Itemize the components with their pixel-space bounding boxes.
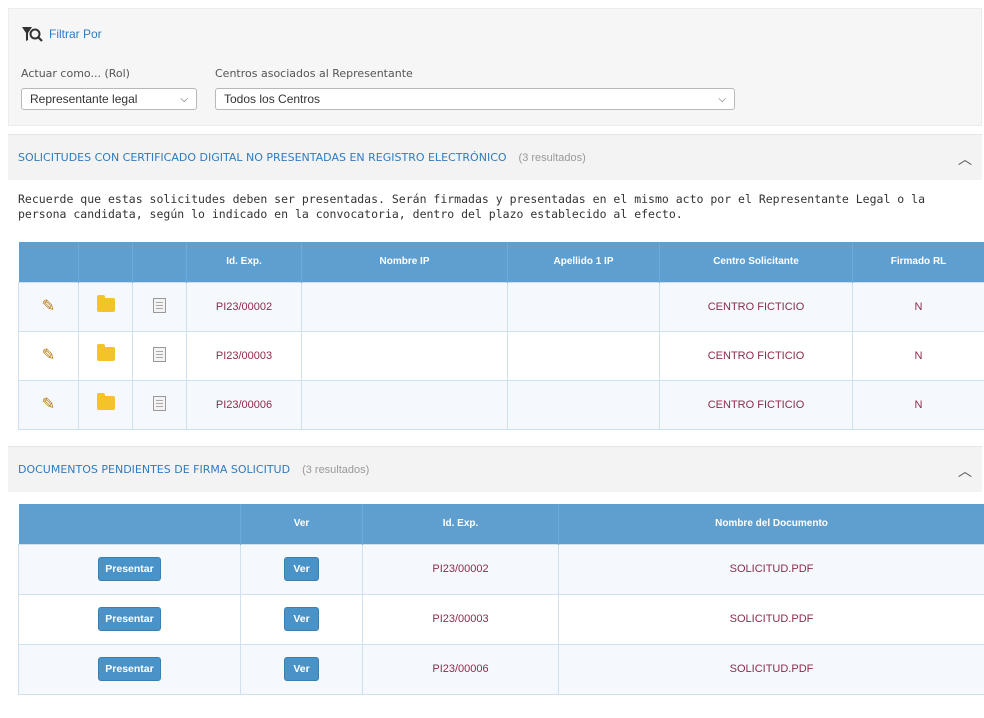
table-row: Presentar Ver PI23/00006 SOLICITUD.PDF bbox=[18, 643, 984, 695]
table-header-row: Id. Exp. Nombre IP Apellido 1 IP Centro … bbox=[18, 242, 984, 282]
col-header bbox=[18, 504, 241, 544]
ver-button[interactable]: Ver bbox=[284, 607, 319, 631]
nombre-cell bbox=[301, 330, 508, 381]
col-header-documento[interactable]: Nombre del Documento bbox=[558, 504, 984, 544]
edit-cell[interactable]: ✎ bbox=[18, 281, 79, 332]
document-cell[interactable] bbox=[132, 379, 187, 430]
apellido-cell bbox=[507, 330, 660, 381]
document-name-cell: SOLICITUD.PDF bbox=[558, 543, 984, 595]
id-cell: PI23/00006 bbox=[362, 643, 559, 695]
result-count: (3 resultados) bbox=[518, 151, 586, 164]
pencil-icon[interactable]: ✎ bbox=[41, 298, 57, 315]
filter-panel: Filtrar Por Actuar como... (Rol) Represe… bbox=[8, 8, 982, 126]
ver-button[interactable]: Ver bbox=[284, 557, 319, 581]
apellido-cell bbox=[507, 379, 660, 430]
document-icon[interactable] bbox=[153, 395, 166, 411]
filter-search-icon bbox=[22, 27, 43, 42]
table-header-row: Ver Id. Exp. Nombre del Documento bbox=[18, 504, 984, 544]
result-count: (3 resultados) bbox=[302, 463, 370, 476]
col-header-firmado[interactable]: Firmado RL bbox=[852, 242, 984, 282]
role-select-value: Representante legal bbox=[30, 92, 138, 106]
edit-cell[interactable]: ✎ bbox=[18, 379, 79, 430]
col-header-centro[interactable]: Centro Solicitante bbox=[659, 242, 853, 282]
ver-cell: Ver bbox=[240, 643, 363, 695]
pencil-icon[interactable]: ✎ bbox=[41, 396, 57, 413]
document-cell[interactable] bbox=[132, 330, 187, 381]
col-header-id[interactable]: Id. Exp. bbox=[362, 504, 559, 544]
document-cell[interactable] bbox=[132, 281, 187, 332]
edit-cell[interactable]: ✎ bbox=[18, 330, 79, 381]
presentar-button[interactable]: Presentar bbox=[98, 607, 161, 631]
centers-select-value: Todos los Centros bbox=[224, 92, 321, 106]
firmado-cell: N bbox=[852, 379, 984, 430]
section-title: SOLICITUDES CON CERTIFICADO DIGITAL NO P… bbox=[18, 151, 507, 164]
document-name-cell: SOLICITUD.PDF bbox=[558, 593, 984, 645]
filter-title: Filtrar Por bbox=[49, 27, 102, 41]
col-header-apellido[interactable]: Apellido 1 IP bbox=[507, 242, 660, 282]
presentar-button[interactable]: Presentar bbox=[98, 557, 161, 581]
id-cell: PI23/00002 bbox=[186, 281, 302, 332]
document-icon[interactable] bbox=[153, 297, 166, 313]
apellido-cell bbox=[507, 281, 660, 332]
id-cell: PI23/00003 bbox=[362, 593, 559, 645]
present-cell: Presentar bbox=[18, 643, 241, 695]
chevron-down-icon: ⌵ bbox=[718, 93, 726, 105]
centers-select[interactable]: Todos los Centros ⌵ bbox=[215, 88, 735, 110]
folder-icon[interactable] bbox=[96, 295, 115, 312]
folder-cell[interactable] bbox=[78, 281, 133, 332]
role-select[interactable]: Representante legal ⌵ bbox=[21, 88, 197, 110]
col-header-id[interactable]: Id. Exp. bbox=[186, 242, 302, 282]
filter-header[interactable]: Filtrar Por bbox=[21, 25, 102, 43]
col-header bbox=[78, 242, 133, 282]
col-header-nombre[interactable]: Nombre IP bbox=[301, 242, 508, 282]
ver-cell: Ver bbox=[240, 593, 363, 645]
nombre-cell bbox=[301, 379, 508, 430]
folder-icon[interactable] bbox=[96, 393, 115, 410]
present-cell: Presentar bbox=[18, 593, 241, 645]
centers-label: Centros asociados al Representante bbox=[215, 67, 413, 80]
table-row: ✎ PI23/00003 CENTRO FICTICIO N bbox=[18, 330, 984, 381]
centro-cell: CENTRO FICTICIO bbox=[659, 330, 853, 381]
pencil-icon[interactable]: ✎ bbox=[41, 347, 57, 364]
documentos-table: Ver Id. Exp. Nombre del Documento Presen… bbox=[18, 504, 984, 695]
col-header bbox=[132, 242, 187, 282]
chevron-down-icon: ⌵ bbox=[180, 93, 188, 105]
document-icon[interactable] bbox=[153, 346, 166, 362]
section-title: DOCUMENTOS PENDIENTES DE FIRMA SOLICITUD bbox=[18, 463, 291, 476]
col-header-ver[interactable]: Ver bbox=[240, 504, 363, 544]
document-name-cell: SOLICITUD.PDF bbox=[558, 643, 984, 695]
table-row: Presentar Ver PI23/00002 SOLICITUD.PDF bbox=[18, 543, 984, 595]
table-row: Presentar Ver PI23/00003 SOLICITUD.PDF bbox=[18, 593, 984, 645]
folder-cell[interactable] bbox=[78, 379, 133, 430]
firmado-cell: N bbox=[852, 281, 984, 332]
folder-cell[interactable] bbox=[78, 330, 133, 381]
section-documentos-header[interactable]: DOCUMENTOS PENDIENTES DE FIRMA SOLICITUD… bbox=[8, 446, 982, 492]
col-header bbox=[18, 242, 79, 282]
table-row: ✎ PI23/00006 CENTRO FICTICIO N bbox=[18, 379, 984, 430]
centro-cell: CENTRO FICTICIO bbox=[659, 281, 853, 332]
chevron-up-icon[interactable]: ︿ bbox=[958, 149, 972, 169]
ver-cell: Ver bbox=[240, 543, 363, 595]
id-cell: PI23/00003 bbox=[186, 330, 302, 381]
solicitudes-table: Id. Exp. Nombre IP Apellido 1 IP Centro … bbox=[18, 242, 984, 430]
chevron-up-icon[interactable]: ︿ bbox=[958, 461, 972, 481]
role-label: Actuar como... (Rol) bbox=[21, 67, 130, 80]
id-cell: PI23/00002 bbox=[362, 543, 559, 595]
folder-icon[interactable] bbox=[96, 344, 115, 361]
nombre-cell bbox=[301, 281, 508, 332]
firmado-cell: N bbox=[852, 330, 984, 381]
presentar-button[interactable]: Presentar bbox=[98, 657, 161, 681]
notice-text: Recuerde que estas solicitudes deben ser… bbox=[18, 192, 925, 221]
present-cell: Presentar bbox=[18, 543, 241, 595]
table-row: ✎ PI23/00002 CENTRO FICTICIO N bbox=[18, 281, 984, 332]
id-cell: PI23/00006 bbox=[186, 379, 302, 430]
ver-button[interactable]: Ver bbox=[284, 657, 319, 681]
section-solicitudes-header[interactable]: SOLICITUDES CON CERTIFICADO DIGITAL NO P… bbox=[8, 134, 982, 180]
centro-cell: CENTRO FICTICIO bbox=[659, 379, 853, 430]
